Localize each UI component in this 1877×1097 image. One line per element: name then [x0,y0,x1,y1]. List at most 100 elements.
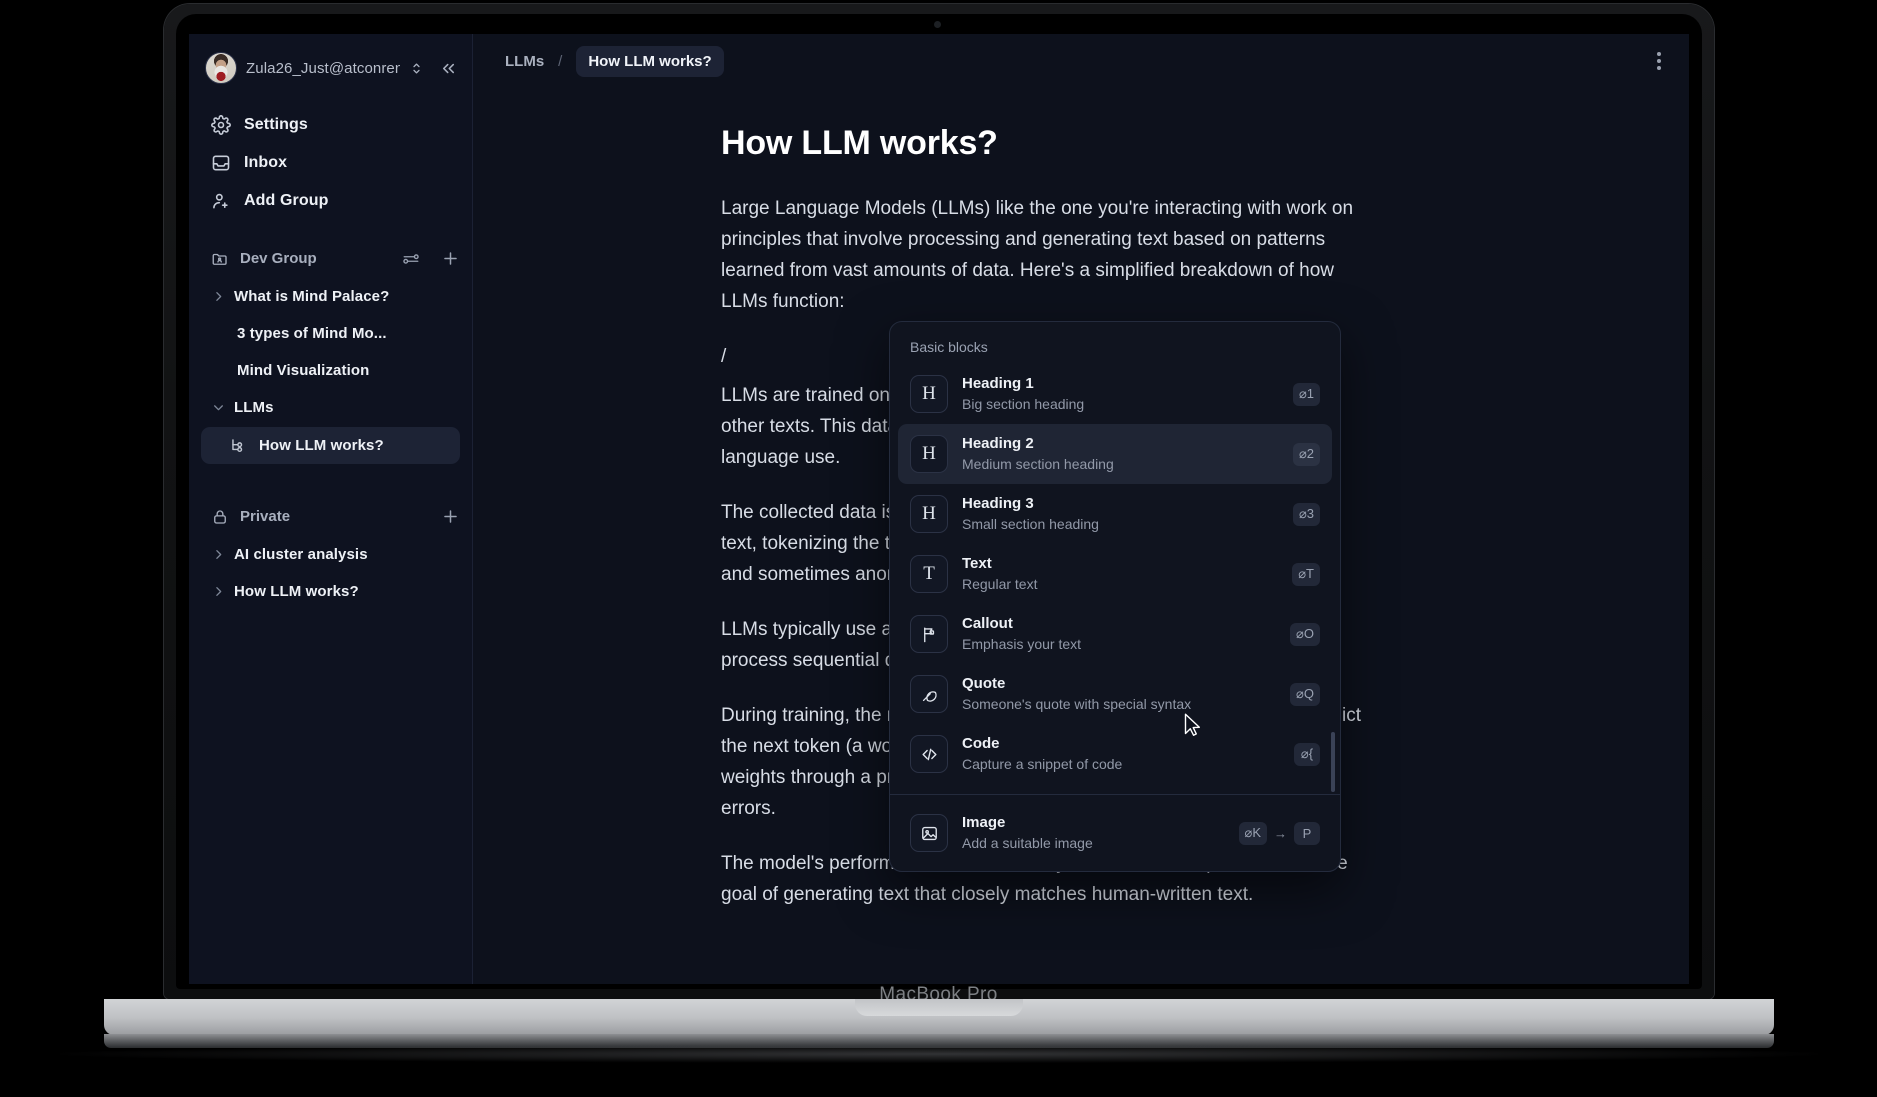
command-item-title: Image [962,814,1006,831]
sidebar-section-private[interactable]: Private [189,498,472,535]
command-item-heading-1[interactable]: H Heading 1 Big section heading ⌀1 [898,364,1332,424]
breadcrumb-parent[interactable]: LLMs [505,53,544,70]
app-window: Zula26_Just@atconrent... Settings [189,34,1689,984]
sidebar-section-dev-group[interactable]: Dev Group [189,240,472,277]
sidebar-item-how-llm-works[interactable]: How LLM works? [201,427,460,464]
sidebar-section-label: Private [240,508,291,525]
command-item-subtitle: Add a suitable image [962,835,1093,851]
command-item-heading-3[interactable]: H Heading 3 Small section heading ⌀3 [898,484,1332,544]
sidebar-item-mind-visualization[interactable]: Mind Visualization [201,353,460,388]
breadcrumb-current[interactable]: How LLM works? [576,45,724,77]
command-item-subtitle: Medium section heading [962,456,1114,472]
account-switcher[interactable]: Zula26_Just@atconrent... [189,34,472,92]
chevron-right-icon[interactable] [211,548,225,561]
kbd-key: ⌀Q [1290,682,1320,706]
command-item-heading-2[interactable]: H Heading 2 Medium section heading ⌀2 [898,424,1332,484]
command-item-shortcut: ⌀3 [1292,502,1320,526]
kbd-key: P [1294,821,1320,845]
paragraph-1[interactable]: Large Language Models (LLMs) like the on… [721,193,1366,317]
command-item-code[interactable]: Code Capture a snippet of code ⌀{ [898,724,1332,784]
command-group-label: Basic blocks [910,339,988,355]
command-item-subtitle: Small section heading [962,516,1099,532]
command-item-title: Heading 2 [962,435,1034,452]
command-item-callout[interactable]: Callout Emphasis your text ⌀O [898,604,1332,664]
avatar [205,52,237,84]
chevron-up-down-icon[interactable] [409,61,424,76]
mouse-cursor-icon [1184,713,1200,736]
sidebar-item-how-llm-works-private[interactable]: How LLM works? [201,574,460,609]
chevron-right-icon[interactable] [211,585,225,598]
command-item-subtitle: Regular text [962,576,1038,592]
command-item-subtitle: Emphasis your text [962,636,1082,652]
screenshot-stage: Zula26_Just@atconrent... Settings [0,0,1877,1097]
kbd-key: ⌀2 [1292,442,1320,466]
breadcrumb-separator: / [558,52,563,70]
sidebar-item-label: Inbox [244,154,288,171]
kebab-menu-icon[interactable] [1651,46,1667,76]
macbook-shadow [60,1045,1818,1063]
plus-icon[interactable] [441,507,460,526]
sidebar-item-what-is-mind-palace[interactable]: What is Mind Palace? [201,279,460,314]
sidebar-item-label: 3 types of Mind Mo... [237,325,387,342]
kbd-key: ⌀3 [1292,502,1320,526]
primary-nav: Settings Inbox Add Group [189,92,472,220]
kbd-key: ⌀K [1238,821,1267,845]
command-item-title: Callout [962,615,1013,632]
kbd-key: ⌀T [1292,562,1320,586]
chevron-down-icon[interactable] [211,401,225,414]
macbook-base [104,999,1774,1035]
command-item-shortcut: ⌀K → P [1238,821,1320,845]
inbox-icon [211,153,231,173]
command-list-media: Image Add a suitable image ⌀K → P [890,795,1340,871]
command-list: H Heading 1 Big section heading ⌀1 H Hea… [890,364,1340,792]
command-item-quote[interactable]: Quote Someone's quote with special synta… [898,664,1332,724]
topbar: LLMs / How LLM works? [473,34,1689,88]
sidebar-item-label: How LLM works? [259,437,384,454]
heading-h-icon: H [910,435,948,473]
user-plus-icon [211,191,231,211]
command-item-title: Text [962,555,992,572]
sidebar-section-label: Dev Group [240,250,317,267]
account-name: Zula26_Just@atconrent... [246,59,400,77]
gear-icon [211,115,231,135]
command-item-title: Quote [962,675,1006,692]
menu-scrollbar[interactable] [1331,732,1335,792]
kbd-key: ⌀1 [1292,382,1320,406]
command-item-title: Code [962,735,1000,752]
sidebar-item-label: How LLM works? [234,583,359,600]
webcam-icon [934,21,941,28]
flag-icon [910,615,948,653]
sidebar: Zula26_Just@atconrent... Settings [189,34,473,984]
sliders-icon[interactable] [402,250,420,268]
sidebar-item-label: LLMs [234,399,274,416]
main-content: LLMs / How LLM works? How LLM works? Lar… [473,34,1689,984]
plus-icon[interactable] [441,249,460,268]
arrow-right-icon: → [1274,825,1287,841]
command-item-shortcut: ⌀T [1292,562,1320,586]
laptop-screen: Zula26_Just@atconrent... Settings [189,34,1689,984]
heading-h-icon: H [910,375,948,413]
sidebar-item-label: Settings [244,116,308,133]
chevrons-left-icon[interactable] [439,59,458,78]
command-item-image[interactable]: Image Add a suitable image ⌀K → P [898,803,1332,863]
kbd-key: ⌀{ [1294,742,1320,766]
command-item-shortcut: ⌀1 [1292,382,1320,406]
page-title: How LLM works? [721,124,998,162]
sidebar-item-add-group[interactable]: Add Group [201,182,460,220]
sidebar-item-3-types-of-mind-models[interactable]: 3 types of Mind Mo... [201,316,460,351]
sidebar-item-inbox[interactable]: Inbox [201,144,460,182]
heading-h-icon: H [910,495,948,533]
folder-user-icon [211,250,229,268]
image-icon [910,814,948,852]
sidebar-item-settings[interactable]: Settings [201,106,460,144]
command-item-shortcut: ⌀2 [1292,442,1320,466]
sidebar-item-llms[interactable]: LLMs [201,390,460,425]
sidebar-item-ai-cluster-analysis[interactable]: AI cluster analysis [201,537,460,572]
base-notch [855,999,1023,1016]
command-item-subtitle: Someone's quote with special syntax [962,696,1192,712]
command-item-subtitle: Big section heading [962,396,1085,412]
command-item-shortcut: ⌀{ [1294,742,1320,766]
command-item-text[interactable]: T Text Regular text ⌀T [898,544,1332,604]
chevron-right-icon[interactable] [211,290,225,303]
command-item-subtitle: Capture a snippet of code [962,756,1123,772]
